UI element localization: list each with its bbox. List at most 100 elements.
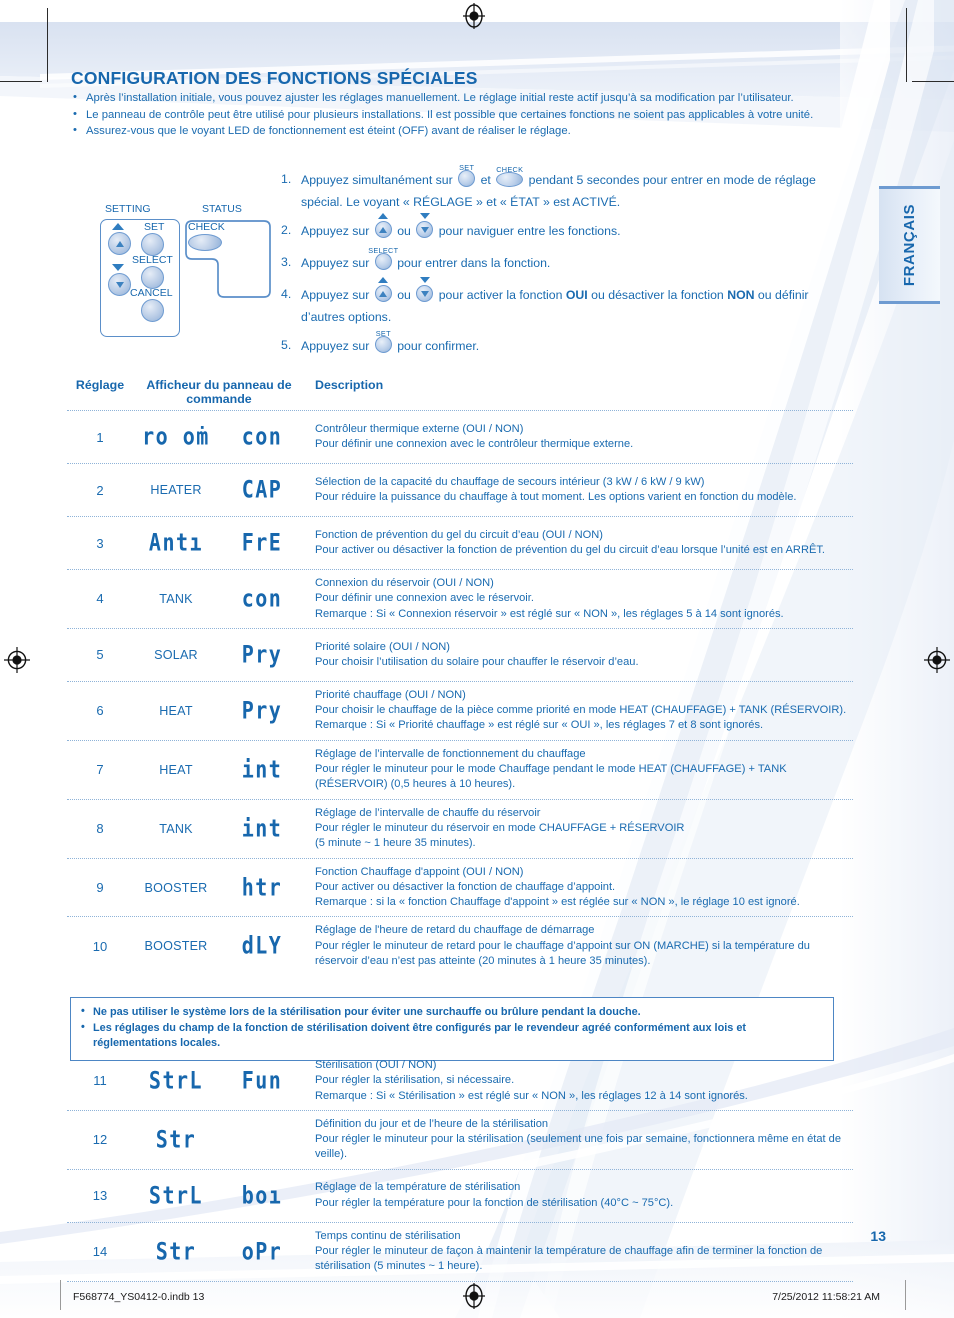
cell-panel-display: StrL Fun <box>133 1068 305 1092</box>
cell-description: Fonction de prévention du gel du circuit… <box>305 528 853 559</box>
panel-cancel-label: CANCEL <box>130 287 173 299</box>
table-row: 12 Str Définition du jour et de l’heure de… <box>67 1109 853 1169</box>
table-row: 7 HEAT int Réglage de l’intervalle de fonct… <box>67 739 853 799</box>
cell-panel-display: Str <box>133 1127 305 1151</box>
cell-description: Temps continu de stérilisation Pour régle… <box>305 1229 853 1275</box>
footer-rule-right <box>905 1280 906 1310</box>
panel-up-arrow-icon <box>112 223 124 230</box>
display-pair: Str oPr <box>133 1236 305 1266</box>
instruction-step: 4. Appuyez sur ou pour activer la fonctio… <box>281 277 841 327</box>
display-pair: BOOSTER htr <box>133 874 305 898</box>
description-line: Réglage de l’intervalle de chauffe du ré… <box>315 806 541 819</box>
step-text: Appuyez sur <box>301 339 373 353</box>
description-line: Connexion du réservoir (OUI / NON) <box>315 577 494 589</box>
display-pair: BOOSTER dLY <box>133 930 305 961</box>
up-glyph-icon <box>379 290 388 297</box>
step-emphasis: OUI <box>565 288 588 302</box>
settings-table-part2: 11 StrL Fun Stérilisation (OUI / NON) Pour r… <box>67 1052 853 1282</box>
lcd-segment-text-right: Pry <box>241 695 283 725</box>
table-row: 10 BOOSTER dLY Réglage de l'heure de retard… <box>67 916 853 975</box>
lcd-segment-text-left: Str <box>155 1236 197 1266</box>
cell-setting-number: 8 <box>96 821 104 837</box>
description-line: Pour régler le minuteur du réservoir en … <box>315 821 685 834</box>
step-emphasis: NON <box>727 288 755 302</box>
step-text: pour activer la fonction <box>435 288 566 302</box>
panel-set-button[interactable] <box>141 233 164 256</box>
panel-check-button[interactable] <box>188 234 222 251</box>
down-glyph-icon <box>420 226 429 233</box>
table-row: 2 HEATER CAP Sélection de la capacité du ch… <box>67 463 853 516</box>
instruction-step: 3. Appuyez sur SELECT pour entrer dans la… <box>281 246 841 276</box>
display-pair: StrL Fun <box>133 1068 305 1092</box>
registration-mark-top <box>463 3 485 29</box>
cell-panel-display: Antı FrE <box>133 530 305 554</box>
step-text: Appuyez sur <box>301 256 373 270</box>
display-label-left: BOOSTER <box>144 880 208 895</box>
display-label-left: SOLAR <box>154 647 198 662</box>
inline-round-button-icon: SELECT <box>368 246 398 276</box>
description-line: Pour définir une connexion avec le contr… <box>315 438 634 450</box>
display-pair: ro oṁ con <box>133 421 305 451</box>
round-knob-shape <box>416 285 434 302</box>
display-pair: HEAT int <box>133 757 305 781</box>
table-header-row: Réglage Afficheur du panneau de commande… <box>67 378 853 410</box>
display-label-left: HEAT <box>159 703 193 718</box>
table-row: 5 SOLAR Pry Priorité solaire (OUI / NON) Pou… <box>67 627 853 681</box>
cell-setting-number: 6 <box>96 703 104 719</box>
cell-description: Réglage de l'heure de retard du chauffag… <box>305 923 853 969</box>
table-row: 13 StrL boı Réglage de la température de st… <box>67 1168 853 1222</box>
cell-panel-display: HEAT int <box>133 757 305 781</box>
panel-status-label: STATUS <box>202 203 242 215</box>
cell-panel-display: HEATER CAP <box>133 474 305 504</box>
table-header-setting: Réglage <box>75 378 125 392</box>
cell-setting-number: 1 <box>96 429 104 445</box>
intro-bullet: Assurez-vous que le voyant LED de foncti… <box>71 122 831 140</box>
panel-setting-label: SETTING <box>105 203 151 215</box>
description-line: Réglage de l’intervalle de fonctionnemen… <box>315 747 586 760</box>
panel-up-button[interactable] <box>108 232 131 255</box>
panel-cancel-button[interactable] <box>141 299 164 322</box>
lcd-segment-text-right: CAP <box>241 474 283 504</box>
step-text: Appuyez sur <box>301 224 373 238</box>
language-tab: FRANÇAIS <box>879 186 940 304</box>
lcd-segment-text-right: dLY <box>241 930 283 961</box>
intro-bullet-list: Après l’installation initiale, vous pouv… <box>71 89 831 140</box>
cell-setting-number: 4 <box>96 591 104 607</box>
description-line: Pour régler le minuteur pour la stérilis… <box>315 1133 841 1161</box>
display-pair: StrL boı <box>133 1183 305 1207</box>
intro-bullet: Après l’installation initiale, vous pouv… <box>71 89 831 107</box>
display-pair: SOLAR Pry <box>133 642 305 666</box>
lcd-segment-text-right: int <box>241 812 283 843</box>
panel-select-button[interactable] <box>141 266 164 289</box>
description-line: Remarque : Si « Priorité chauffage » est… <box>315 719 764 732</box>
panel-down-button[interactable] <box>108 273 131 296</box>
panel-up-glyph <box>115 240 124 247</box>
cell-panel-display: Str oPr <box>133 1236 305 1266</box>
step-text: pour confirmer. <box>393 339 480 353</box>
step-text: et <box>477 173 495 187</box>
description-line: Sélection de la capacité du chauffage de… <box>315 475 705 488</box>
display-pair: Antı FrE <box>133 530 305 554</box>
panel-check-label: CHECK <box>188 221 225 233</box>
cell-setting-number: 7 <box>96 762 104 778</box>
table-bottom-rule <box>67 1280 853 1282</box>
description-line: Définition du jour et de l’heure de la s… <box>315 1117 549 1130</box>
cell-panel-display: BOOSTER dLY <box>133 930 305 961</box>
description-line: Temps continu de stérilisation <box>315 1229 461 1242</box>
settings-table-part1: Réglage Afficheur du panneau de commande… <box>67 378 853 975</box>
table-row: 11 StrL Fun Stérilisation (OUI / NON) Pour r… <box>67 1052 853 1110</box>
step-text: ou <box>393 288 415 302</box>
cell-setting-number: 13 <box>92 1188 108 1204</box>
table-header-display: Afficheur du panneau de commande <box>146 378 292 406</box>
control-panel-diagram: SETTING SET SELECT CANCEL STATUS CHECK <box>88 203 274 337</box>
page-title: CONFIGURATION DES FONCTIONS SPÉCIALES <box>71 68 478 88</box>
display-pair: HEAT Pry <box>133 695 305 725</box>
crop-mark-right-upper <box>912 81 954 82</box>
lcd-segment-text-right: con <box>241 421 283 451</box>
inline-round-button-icon: SET <box>458 163 476 193</box>
inline-oval-button-icon: CHECK <box>496 165 524 193</box>
language-tab-label: FRANÇAIS <box>901 203 918 287</box>
cell-panel-display: TANK int <box>133 812 305 843</box>
round-knob-shape <box>458 170 476 187</box>
display-label-left: HEATER <box>150 483 202 497</box>
